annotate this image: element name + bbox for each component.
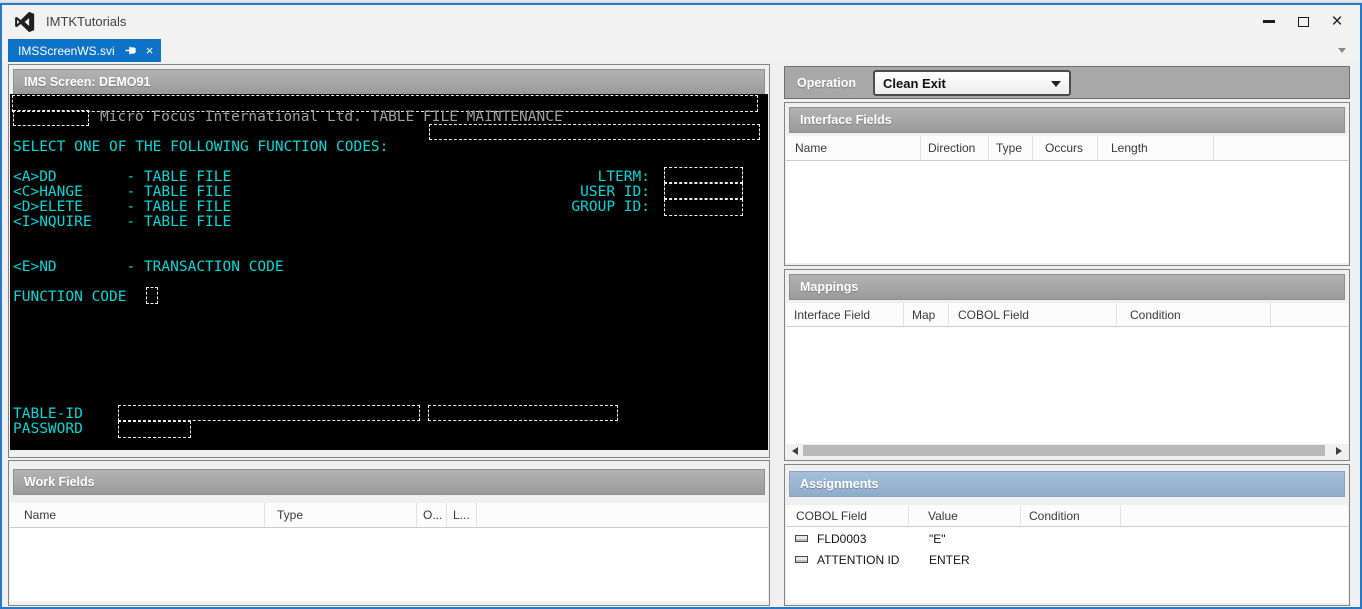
screen: IMTKTutorials × IMSScreenWS.svi × IMS Sc…: [0, 0, 1362, 609]
terminal-select-line: SELECT ONE OF THE FOLLOWING FUNCTION COD…: [13, 139, 389, 155]
interface-fields-header: Interface Fields: [789, 107, 1345, 133]
ims-screen-title: IMS Screen: DEMO91: [24, 75, 151, 89]
work-fields-title: Work Fields: [24, 475, 95, 489]
interface-fields-column-header: Name Direction Type Occurs Length: [786, 136, 1348, 161]
column-header-length[interactable]: L...: [447, 503, 477, 527]
column-header-cobol-field[interactable]: COBOL Field: [949, 303, 1117, 326]
visual-studio-logo-icon: [14, 11, 36, 33]
operation-dropdown[interactable]: Clean Exit: [873, 70, 1071, 96]
close-button[interactable]: ×: [1320, 8, 1354, 36]
app-window: IMTKTutorials × IMSScreenWS.svi × IMS Sc…: [0, 3, 1362, 609]
dropdown-arrow-icon: [1051, 81, 1061, 87]
work-fields-panel: Work Fields Name Type O... L...: [8, 460, 770, 606]
group-id-field[interactable]: [664, 199, 743, 216]
user-id-field[interactable]: [664, 183, 743, 199]
minimize-icon: [1263, 20, 1275, 23]
scrollbar-thumb[interactable]: [803, 445, 1325, 456]
maximize-icon: [1297, 16, 1309, 27]
operation-selected-value: Clean Exit: [883, 75, 946, 91]
interface-fields-body[interactable]: [786, 161, 1348, 263]
password-field[interactable]: [118, 421, 191, 438]
column-header-cobol-field[interactable]: COBOL Field: [786, 505, 909, 526]
titlebar: IMTKTutorials ×: [2, 5, 1360, 38]
work-fields-header: Work Fields: [13, 469, 765, 495]
lterm-field[interactable]: [664, 167, 743, 183]
column-header-condition[interactable]: Condition: [1021, 505, 1121, 526]
tab-label: IMSScreenWS.svi: [18, 43, 115, 58]
table-id-label: TABLE-ID: [13, 406, 83, 422]
work-fields-column-header: Name Type O... L...: [10, 503, 768, 528]
field-icon: [795, 535, 808, 542]
group-id-label: GROUP ID:: [571, 199, 650, 215]
column-header-value[interactable]: Value: [909, 505, 1021, 526]
scroll-right-arrow-icon[interactable]: [1336, 447, 1342, 455]
window-title: IMTKTutorials: [46, 14, 127, 29]
password-label: PASSWORD: [13, 421, 83, 437]
maximize-button[interactable]: [1286, 8, 1320, 36]
terminal-field[interactable]: [13, 110, 89, 126]
terminal-code-line: <C>HANGE - TABLE FILE: [13, 184, 232, 200]
tab-strip: IMSScreenWS.svi ×: [2, 38, 1360, 62]
assignment-row[interactable]: FLD0003 "E": [787, 528, 1347, 549]
operation-bar: Operation Clean Exit: [784, 66, 1350, 99]
window-controls: ×: [1252, 5, 1354, 38]
table-id-field[interactable]: [118, 405, 420, 421]
tab-close-icon[interactable]: ×: [146, 44, 154, 57]
terminal-code-line: <I>NQUIRE - TABLE FILE: [13, 214, 232, 230]
work-fields-body[interactable]: [10, 528, 768, 601]
column-header-occurs[interactable]: O...: [417, 503, 447, 527]
column-header-type[interactable]: Type: [265, 503, 417, 527]
column-header-map[interactable]: Map: [904, 303, 949, 326]
column-header-filler: [1214, 136, 1350, 160]
terminal-code-line: <A>DD - TABLE FILE: [13, 169, 232, 185]
assignments-header: Assignments: [789, 471, 1345, 497]
user-id-label: USER ID:: [580, 184, 650, 200]
assignments-panel: Assignments COBOL Field Value Condition …: [784, 464, 1350, 606]
column-header-type[interactable]: Type: [989, 136, 1033, 160]
column-header-filler: [1271, 303, 1350, 326]
column-header-filler: [477, 503, 766, 527]
scroll-left-arrow-icon[interactable]: [792, 447, 798, 455]
assignments-column-header: COBOL Field Value Condition: [786, 505, 1348, 527]
lterm-label: LTERM:: [597, 169, 650, 185]
pin-icon[interactable]: [125, 44, 138, 57]
column-header-occurs[interactable]: Occurs: [1033, 136, 1098, 160]
mappings-body[interactable]: [786, 327, 1348, 444]
assignment-cobol-field: ATTENTION ID: [817, 552, 900, 567]
operation-label: Operation: [797, 75, 857, 90]
tab-overflow-chevron-icon[interactable]: [1338, 48, 1346, 53]
field-icon: [795, 556, 808, 563]
terminal-banner-text: Micro Focus International Ltd. TABLE FIL…: [100, 109, 563, 125]
column-header-interface-field[interactable]: Interface Field: [786, 303, 904, 326]
column-header-condition[interactable]: Condition: [1117, 303, 1271, 326]
ims-screen-panel-header: IMS Screen: DEMO91: [13, 69, 765, 95]
column-header-direction[interactable]: Direction: [921, 136, 989, 160]
mappings-title: Mappings: [800, 280, 859, 294]
mappings-panel: Mappings Interface Field Map COBOL Field…: [784, 269, 1350, 461]
assignment-value: ENTER: [929, 552, 970, 567]
interface-fields-title: Interface Fields: [800, 113, 892, 127]
terminal-field[interactable]: [429, 124, 760, 140]
interface-fields-panel: Interface Fields Name Direction Type Occ…: [784, 102, 1350, 266]
minimize-button[interactable]: [1252, 8, 1286, 36]
assignments-body: FLD0003 "E" ATTENTION ID ENTER: [786, 527, 1348, 603]
mappings-column-header: Interface Field Map COBOL Field Conditio…: [786, 303, 1348, 327]
assignment-value: "E": [929, 531, 946, 546]
mappings-horizontal-scrollbar[interactable]: [787, 444, 1347, 458]
function-code-label: FUNCTION CODE: [13, 289, 127, 305]
assignments-title: Assignments: [800, 477, 879, 491]
column-header-name[interactable]: Name: [10, 503, 265, 527]
assignment-row[interactable]: ATTENTION ID ENTER: [787, 549, 1347, 570]
function-code-field[interactable]: [146, 287, 158, 304]
column-header-name[interactable]: Name: [786, 136, 921, 160]
mappings-header: Mappings: [789, 274, 1345, 300]
column-header-length[interactable]: Length: [1098, 136, 1214, 160]
table-id-field-2[interactable]: [428, 405, 618, 421]
terminal-end-line: <E>ND - TRANSACTION CODE: [13, 259, 284, 275]
column-header-filler: [1121, 505, 1350, 526]
tab-imsscreenws[interactable]: IMSScreenWS.svi ×: [8, 39, 162, 62]
ims-terminal-screen: Micro Focus International Ltd. TABLE FIL…: [10, 94, 768, 450]
terminal-code-line: <D>ELETE - TABLE FILE: [13, 199, 232, 215]
assignment-cobol-field: FLD0003: [817, 531, 867, 546]
